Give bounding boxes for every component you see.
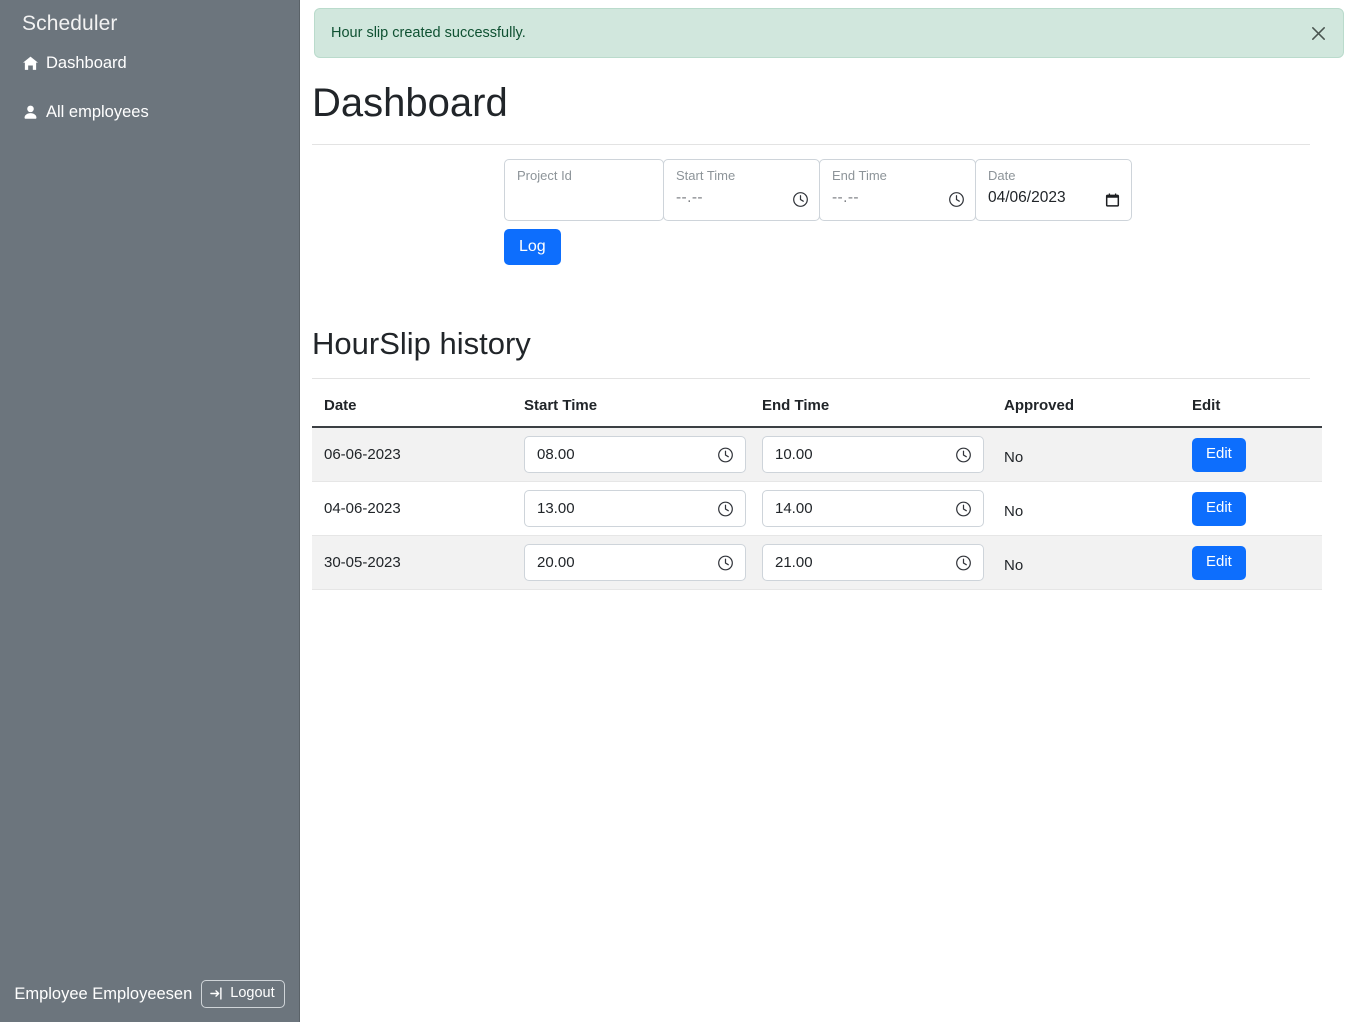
logout-button[interactable]: Logout — [201, 980, 285, 1008]
column-header-end-time: End Time — [750, 397, 992, 429]
clock-icon[interactable] — [717, 446, 734, 463]
row-end-time-value: 14.00 — [775, 500, 813, 518]
history-section-title: HourSlip history — [312, 326, 531, 362]
start-time-label: Start Time — [676, 168, 736, 183]
row-start-time-value: 08.00 — [537, 446, 575, 464]
sidebar-item-label: Dashboard — [46, 54, 127, 72]
cell-start-time: 08.00 — [512, 427, 750, 483]
table-header: Date Start Time End Time Approved Edit — [312, 397, 1322, 429]
page-content: Dashboard Project Id Start Time --.-- En… — [300, 80, 1354, 591]
cell-end-time: 10.00 — [750, 427, 992, 483]
date-value: 04/06/2023 — [988, 188, 1066, 206]
row-end-time-value: 21.00 — [775, 554, 813, 572]
row-date-value: 30-05-2023 — [324, 554, 401, 572]
date-label: Date — [988, 168, 1016, 183]
cell-start-time: 20.00 — [512, 535, 750, 591]
start-time-value: --.-- — [676, 188, 703, 206]
clock-icon[interactable] — [717, 554, 734, 571]
row-start-time-input[interactable]: 13.00 — [524, 490, 746, 528]
row-approved-value: No — [1004, 557, 1024, 575]
main-content: Hour slip created successfully. Dashboar… — [300, 0, 1354, 1022]
row-end-time-input[interactable]: 14.00 — [762, 490, 984, 528]
project-id-field[interactable]: Project Id — [504, 159, 664, 221]
app-root: Scheduler Dashboard All employees Employ… — [0, 0, 1354, 1022]
clock-icon[interactable] — [792, 191, 809, 208]
clock-icon[interactable] — [948, 191, 965, 208]
column-header-approved: Approved — [992, 397, 1180, 429]
logout-button-label: Logout — [230, 985, 275, 1002]
row-start-time-input[interactable]: 20.00 — [524, 544, 746, 582]
edit-button[interactable]: Edit — [1192, 546, 1246, 580]
column-header-start-time: Start Time — [512, 397, 750, 429]
sidebar: Scheduler Dashboard All employees Employ… — [0, 0, 300, 1022]
row-start-time-input[interactable]: 08.00 — [524, 436, 746, 474]
log-submit-button[interactable]: Log — [504, 229, 561, 266]
home-icon — [22, 55, 39, 72]
table-row: 30-05-2023 20.00 21.00 No Edit — [312, 535, 1322, 591]
row-start-time-value: 13.00 — [537, 500, 575, 518]
column-header-edit: Edit — [1180, 397, 1322, 429]
cell-date: 04-06-2023 — [312, 481, 512, 537]
sidebar-footer: Employee Employeesen Logout — [0, 980, 299, 1008]
cell-approved: No — [992, 535, 1180, 591]
page-title: Dashboard — [312, 81, 508, 125]
log-form-fields: Project Id Start Time --.-- End Time --.… — [504, 159, 1320, 221]
table-body: 06-06-2023 08.00 10.00 No Edit 04-06-202… — [312, 427, 1322, 591]
date-field[interactable]: Date 04/06/2023 — [975, 159, 1132, 221]
row-end-time-input[interactable]: 21.00 — [762, 544, 984, 582]
edit-button[interactable]: Edit — [1192, 438, 1246, 472]
table-header-row: Date Start Time End Time Approved Edit — [312, 397, 1322, 429]
sidebar-item-label: All employees — [46, 102, 149, 121]
project-id-label: Project Id — [517, 168, 572, 183]
table-row: 06-06-2023 08.00 10.00 No Edit — [312, 427, 1322, 483]
alert-close-button[interactable] — [1303, 18, 1333, 48]
table-row: 04-06-2023 13.00 14.00 No Edit — [312, 481, 1322, 537]
sidebar-nav: Dashboard All employees — [0, 48, 299, 129]
end-time-field[interactable]: End Time --.-- — [819, 159, 976, 221]
row-approved-value: No — [1004, 449, 1024, 467]
cell-end-time: 14.00 — [750, 481, 992, 537]
sign-out-icon — [210, 986, 225, 1001]
sidebar-item-dashboard[interactable]: Dashboard — [0, 48, 299, 80]
cell-approved: No — [992, 427, 1180, 483]
sidebar-item-all-employees[interactable]: All employees — [0, 97, 299, 129]
cell-edit: Edit — [1180, 427, 1322, 483]
current-user-name: Employee Employeesen — [14, 984, 193, 1003]
cell-date: 30-05-2023 — [312, 535, 512, 591]
cell-approved: No — [992, 481, 1180, 537]
row-date-value: 06-06-2023 — [324, 446, 401, 464]
user-icon — [22, 104, 39, 121]
edit-button[interactable]: Edit — [1192, 492, 1246, 526]
clock-icon[interactable] — [717, 500, 734, 517]
title-divider — [312, 144, 1310, 145]
calendar-icon[interactable] — [1104, 191, 1121, 208]
cell-start-time: 13.00 — [512, 481, 750, 537]
end-time-label: End Time — [832, 168, 887, 183]
history-divider — [312, 378, 1310, 380]
cell-end-time: 21.00 — [750, 535, 992, 591]
clock-icon[interactable] — [955, 446, 972, 463]
row-date-value: 04-06-2023 — [324, 500, 401, 518]
clock-icon[interactable] — [955, 500, 972, 517]
end-time-value: --.-- — [832, 188, 859, 206]
row-start-time-value: 20.00 — [537, 554, 575, 572]
clock-icon[interactable] — [955, 554, 972, 571]
row-end-time-value: 10.00 — [775, 446, 813, 464]
start-time-field[interactable]: Start Time --.-- — [663, 159, 820, 221]
row-approved-value: No — [1004, 503, 1024, 521]
app-brand: Scheduler — [22, 12, 118, 35]
log-hourslip-form: Project Id Start Time --.-- End Time --.… — [312, 159, 1320, 266]
cell-date: 06-06-2023 — [312, 427, 512, 483]
alert-message: Hour slip created successfully. — [331, 25, 526, 41]
close-icon — [1309, 24, 1328, 43]
success-alert: Hour slip created successfully. — [314, 8, 1344, 58]
cell-edit: Edit — [1180, 535, 1322, 591]
row-end-time-input[interactable]: 10.00 — [762, 436, 984, 474]
hourslip-history-table: Date Start Time End Time Approved Edit 0… — [312, 397, 1322, 591]
column-header-date: Date — [312, 397, 512, 429]
cell-edit: Edit — [1180, 481, 1322, 537]
